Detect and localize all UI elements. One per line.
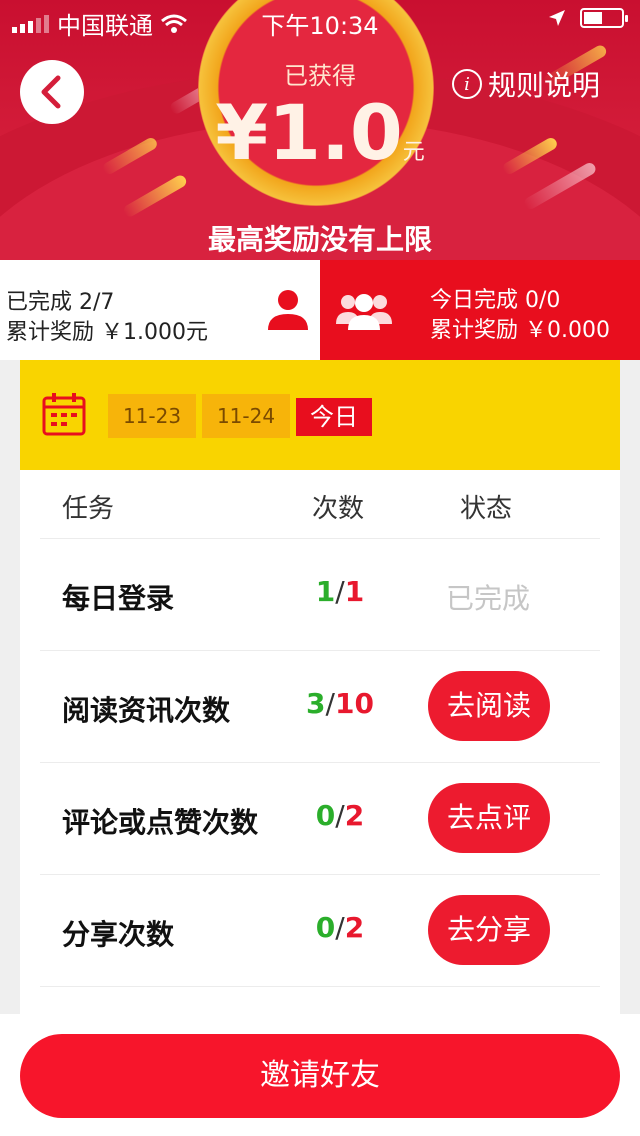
task-name: 阅读资讯次数 [62,694,231,727]
task-count: 1/1 [300,575,380,608]
task-name: 评论或点赞次数 [62,806,259,839]
bottom-bar: 邀请好友 [0,1014,640,1136]
today-reward: 累计奖励 ￥0.000 [430,318,610,343]
stats-right[interactable]: 今日完成 0/0 累计奖励 ￥0.000 [320,260,640,360]
date-chip-today[interactable]: 今日 [296,398,372,436]
count-total: 10 [334,687,374,720]
read-button[interactable]: 去阅读 [428,671,550,741]
count-sep: / [335,799,345,832]
calendar-icon [42,393,86,436]
task-count: 3/10 [300,687,380,720]
task-count: 0/2 [300,911,380,944]
comment-button[interactable]: 去点评 [428,783,550,853]
count-total: 1 [344,575,365,608]
count-sep: / [325,687,335,720]
invite-friends-button[interactable]: 邀请好友 [20,1034,620,1118]
location-icon [549,10,565,26]
table-header: 任务 次数 状态 [40,470,600,539]
header-count: 次数 [312,494,365,524]
amount-display: ¥1.0元 [0,88,640,177]
task-name: 每日登录 [62,582,175,615]
amount-unit: 元 [402,140,425,165]
date-chip-1[interactable]: 11-23 [108,394,196,438]
slogan: 最高奖励没有上限 [207,223,432,256]
stats-bar: 已完成 2/7 累计奖励 ￥1.000元 今日完成 0/0 累计奖励 ￥0.00… [0,260,640,360]
today-completed: 今日完成 0/0 [430,288,561,313]
count-total: 2 [344,911,365,944]
date-chip-2[interactable]: 11-24 [202,394,290,438]
header-status: 状态 [460,494,513,524]
header-task: 任务 [62,494,115,524]
task-name: 分享次数 [62,918,175,951]
count-done: 0 [315,911,336,944]
total-reward: 累计奖励 ￥1.000元 [6,320,208,345]
group-icon [336,294,392,330]
status-bar: 中国联通 下午10:34 [0,0,640,40]
count-done: 0 [315,799,336,832]
status-completed: 已完成 [445,582,530,615]
earned-label: 已获得 [284,62,356,90]
reward-header: 中国联通 下午10:34 i 规则说明 已获得 ¥1.0元 最高奖励没有上限 [0,0,640,260]
table-row: 每日登录 1/1 已完成 [40,539,600,651]
task-card: 11-23 11-24 今日 任务 次数 状态 每日登录 1/1 已完成 阅读资… [20,360,620,1020]
clock: 下午10:34 [261,12,379,40]
share-button[interactable]: 去分享 [428,895,550,965]
person-icon [268,290,308,330]
task-count: 0/2 [300,799,380,832]
battery-icon [580,8,628,28]
stats-left[interactable]: 已完成 2/7 累计奖励 ￥1.000元 [0,260,320,360]
count-sep: / [335,575,345,608]
table-row: 阅读资讯次数 3/10 去阅读 [40,651,600,763]
count-total: 2 [344,799,365,832]
table-row: 评论或点赞次数 0/2 去点评 [40,763,600,875]
table-row: 分享次数 0/2 去分享 [40,875,600,987]
amount-value: ¥1.0 [215,88,403,177]
count-sep: / [335,911,345,944]
count-done: 3 [306,687,326,720]
count-done: 1 [315,575,336,608]
date-selector: 11-23 11-24 今日 [20,360,620,470]
completed-count: 已完成 2/7 [6,290,115,315]
